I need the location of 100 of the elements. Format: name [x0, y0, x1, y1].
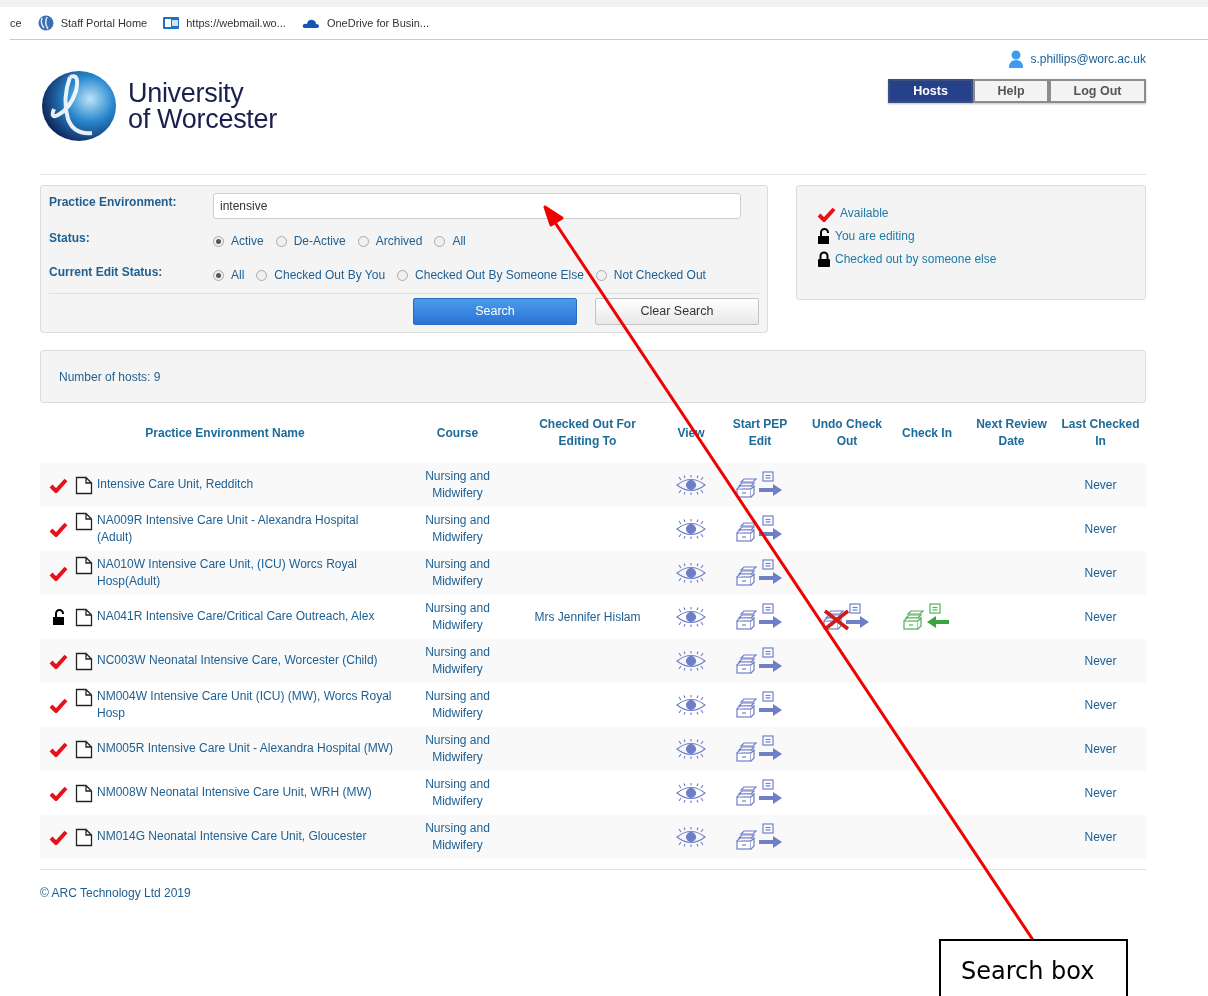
field-label: Practice Environment: — [49, 194, 178, 211]
table-cell: Never — [1084, 740, 1117, 758]
document-icon — [75, 827, 93, 847]
unlocked-padlock-icon — [817, 228, 831, 245]
column-header: Undo Check Out — [811, 416, 883, 450]
radio-button[interactable] — [213, 269, 224, 281]
table-cell: Never — [1084, 652, 1117, 670]
check-icon — [49, 521, 68, 537]
globe-icon — [37, 15, 54, 31]
radio-label: De-Active — [293, 233, 346, 250]
callout-text: Search box — [961, 957, 1095, 985]
radio-label: Not Checked Out — [613, 267, 706, 284]
column-header: Last Checked In — [1060, 416, 1141, 450]
table-cell-text: Nursing and Midwifery — [424, 512, 491, 546]
host-count: Number of hosts: 9 — [59, 368, 161, 386]
legend-label: You are editing — [835, 228, 915, 245]
logo-text: University — [128, 80, 245, 106]
unlocked-padlock-icon — [51, 608, 66, 626]
table-cell: Mrs Jennifer Hislam — [534, 608, 641, 626]
document-icon — [75, 688, 93, 707]
radio-button[interactable] — [595, 269, 607, 281]
legend-label: Available — [840, 205, 889, 222]
field-label: Current Edit Status: — [49, 264, 164, 281]
user-icon — [1008, 50, 1025, 68]
eye-icon[interactable] — [675, 607, 707, 627]
cloud-icon — [301, 17, 320, 29]
table-cell-text: Nursing and Midwifery — [424, 776, 491, 810]
table-cell-text: Nursing and Midwifery — [424, 732, 491, 766]
radio-button[interactable] — [397, 269, 409, 281]
host-name-link[interactable]: NM008W Neonatal Intensive Care Unit, WRH (MW) — [75, 783, 396, 801]
column-header: Checked Out For Editing To — [538, 416, 637, 450]
radio-button[interactable] — [213, 235, 224, 247]
nav-tab[interactable]: Log Out — [1049, 79, 1146, 103]
table-cell: Never — [1084, 828, 1117, 846]
clear-search-button[interactable]: Clear Search — [595, 298, 759, 325]
table-cell: Never — [1084, 564, 1117, 582]
table-cell: Never — [1084, 476, 1117, 494]
document-icon — [75, 512, 93, 531]
column-header: Practice Environment Name — [144, 424, 306, 442]
column-header: Start PEP Edit — [731, 416, 789, 450]
bookmark-link[interactable]: ce — [10, 14, 22, 32]
check-icon — [49, 565, 68, 581]
file-drawer-return-icon[interactable] — [902, 603, 952, 631]
radio-button[interactable] — [275, 235, 287, 247]
mail-app-icon — [163, 15, 180, 31]
eye-icon[interactable] — [675, 739, 707, 759]
table-cell: Never — [1084, 520, 1117, 538]
bookmark-link[interactable]: https://webmail.wo... — [186, 14, 286, 32]
university-logo-icon — [40, 69, 118, 143]
radio-label: Checked Out By Someone Else — [415, 267, 584, 284]
nav-tab[interactable]: Help — [973, 79, 1049, 103]
table-cell: Never — [1084, 608, 1117, 626]
host-name-link[interactable]: Intensive Care Unit, Redditch — [75, 475, 396, 493]
table-cell: Never — [1084, 696, 1117, 714]
host-name-link[interactable]: NC003W Neonatal Intensive Care, Worcester (Child) — [75, 651, 396, 669]
host-name-link[interactable]: NA041R Intensive Care/Critical Care Outreach, Alex — [75, 607, 396, 625]
search-field[interactable]: intensive — [213, 193, 741, 219]
column-header: Course — [435, 424, 480, 442]
bookmark-link[interactable]: OneDrive for Busin... — [326, 14, 429, 32]
eye-icon[interactable] — [675, 783, 707, 803]
radio-button[interactable] — [357, 235, 369, 247]
host-name-link[interactable]: NM005R Intensive Care Unit - Alexandra Hospital (MW) — [75, 739, 396, 757]
nav-tab[interactable]: Hosts — [888, 79, 973, 103]
document-icon — [75, 607, 93, 627]
host-name-link[interactable]: NM004W Intensive Care Unit (ICU) (MW), Worcs Royal Hosp — [75, 688, 396, 722]
host-name-link[interactable]: NA010W Intensive Care Unit, (ICU) Worcs Royal Hosp(Adult) — [75, 556, 396, 590]
padlock-icon — [817, 251, 831, 268]
radio-label: Active — [231, 233, 264, 250]
check-icon — [49, 785, 68, 801]
check-icon — [49, 829, 68, 845]
table-cell-text: Nursing and Midwifery — [424, 556, 491, 590]
radio-button[interactable] — [434, 235, 446, 247]
check-icon — [49, 477, 68, 493]
table-cell-text: Nursing and Midwifery — [424, 600, 491, 634]
document-icon — [75, 556, 93, 575]
eye-icon[interactable] — [675, 827, 707, 847]
table-cell: Never — [1084, 784, 1117, 802]
radio-label: All — [452, 233, 466, 250]
eye-icon[interactable] — [675, 651, 707, 671]
document-icon — [75, 475, 93, 495]
check-icon — [49, 653, 68, 669]
copyright-text: © ARC Technology Ltd 2019 — [40, 886, 191, 900]
bookmark-link[interactable]: Staff Portal Home — [60, 14, 148, 32]
radio-label: Checked Out By You — [274, 267, 386, 284]
radio-button[interactable] — [256, 269, 268, 281]
field-label: Status: — [49, 230, 91, 247]
eye-icon[interactable] — [675, 519, 707, 539]
column-header: Next Review Date — [975, 416, 1048, 450]
host-name-link[interactable]: NM014G Neonatal Intensive Care Unit, Gloucester — [75, 827, 396, 845]
host-name-link[interactable]: NA009R Intensive Care Unit - Alexandra Hospital (Adult) — [75, 512, 396, 546]
eye-icon[interactable] — [675, 695, 707, 715]
document-icon — [75, 651, 93, 671]
radio-label: All — [231, 267, 245, 284]
search-button[interactable]: Search — [413, 298, 577, 325]
check-icon — [817, 206, 836, 222]
eye-icon[interactable] — [675, 475, 707, 495]
legend-label: Checked out by someone else — [835, 251, 997, 268]
eye-icon[interactable] — [675, 563, 707, 583]
table-cell-text: Nursing and Midwifery — [424, 688, 491, 722]
table-cell-text: Nursing and Midwifery — [424, 820, 491, 854]
